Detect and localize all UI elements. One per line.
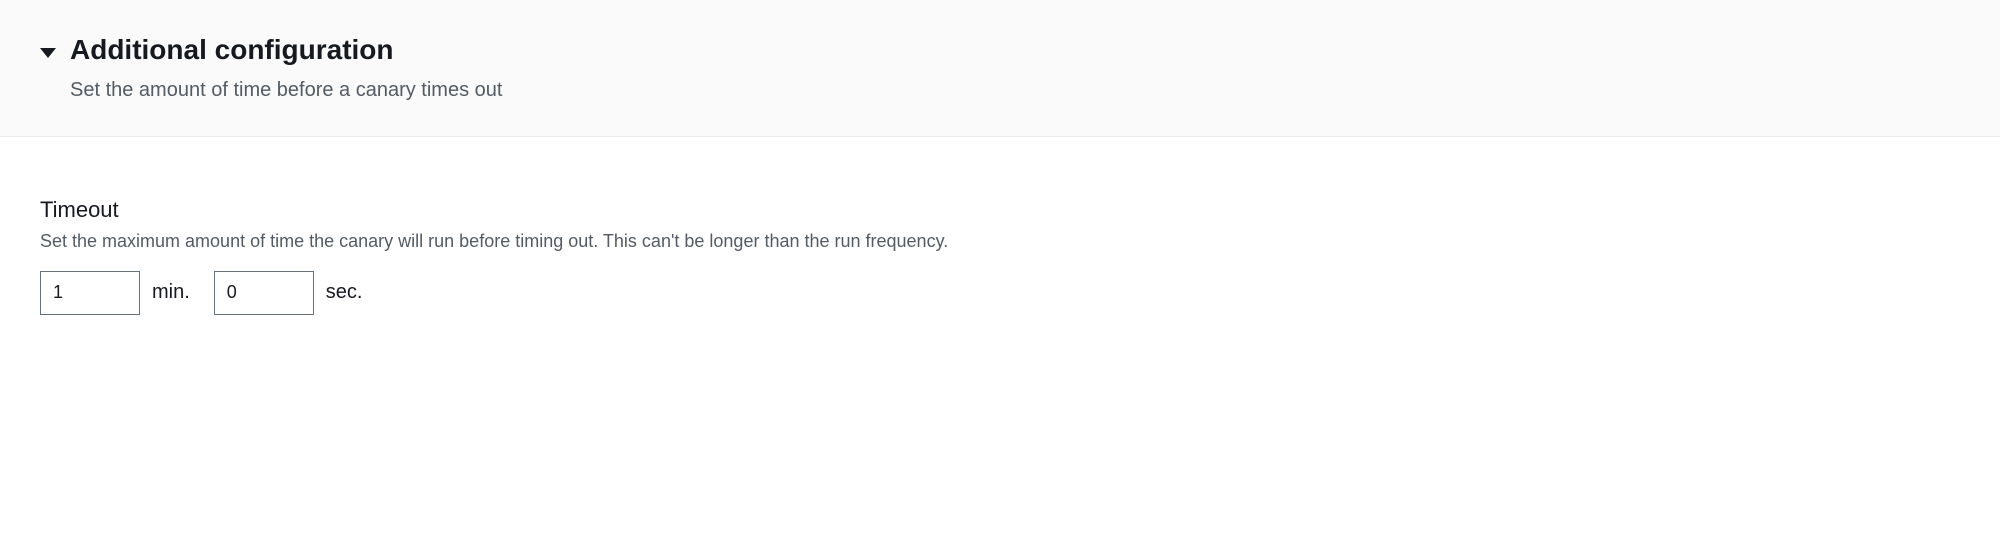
section-subtitle: Set the amount of time before a canary t… xyxy=(70,76,1960,104)
section-content: Timeout Set the maximum amount of time t… xyxy=(0,137,2000,354)
section-title: Additional configuration xyxy=(70,32,394,68)
expandable-section-header[interactable]: Additional configuration Set the amount … xyxy=(0,0,2000,137)
timeout-description: Set the maximum amount of time the canar… xyxy=(40,229,1960,254)
timeout-seconds-input[interactable] xyxy=(214,271,314,315)
seconds-unit-label: sec. xyxy=(326,281,363,304)
timeout-minutes-input[interactable] xyxy=(40,271,140,315)
timeout-input-row: min. sec. xyxy=(40,271,1960,315)
minutes-unit-label: min. xyxy=(152,281,190,304)
timeout-label: Timeout xyxy=(40,197,1960,223)
caret-down-icon xyxy=(40,48,56,58)
